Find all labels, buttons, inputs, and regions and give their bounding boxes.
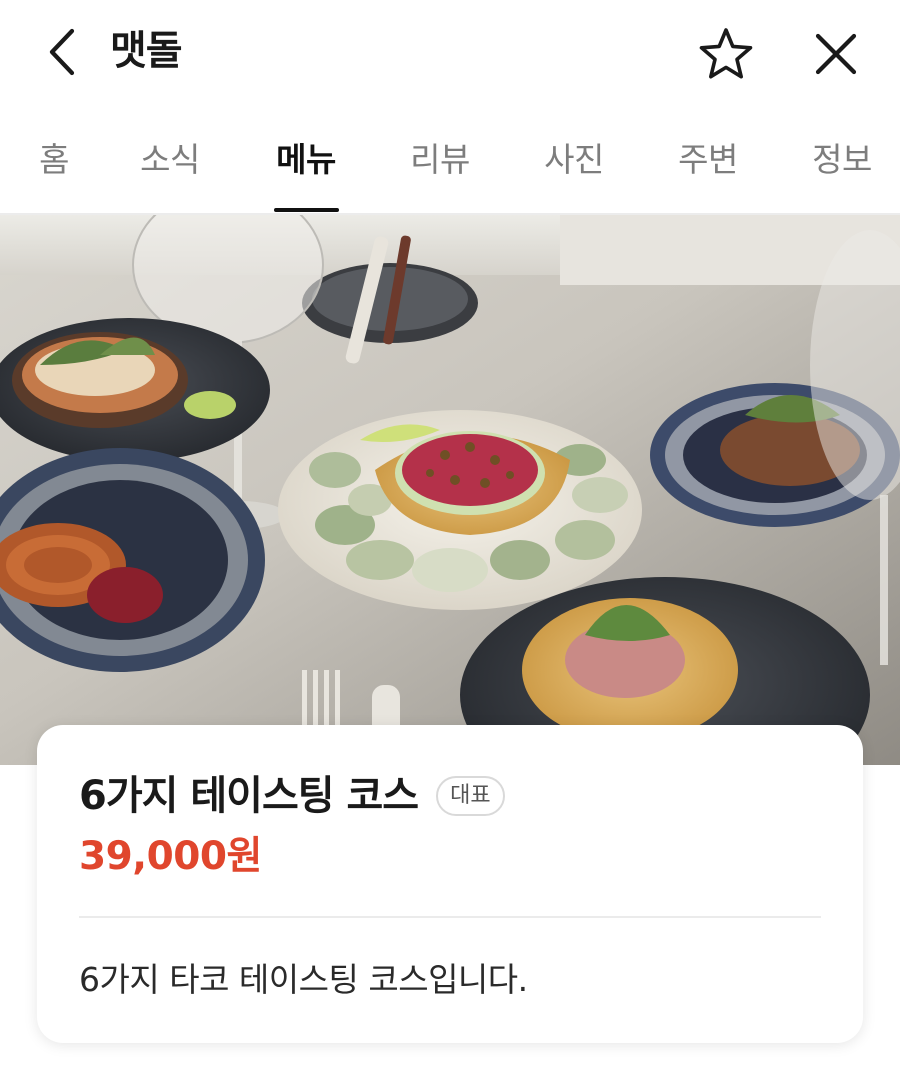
menu-item-price: 39,000원 (79, 834, 262, 879)
close-button[interactable] (804, 22, 868, 86)
tab-photos[interactable]: 사진 (524, 118, 624, 214)
chevron-left-icon (49, 28, 75, 76)
active-tab-indicator (274, 208, 339, 212)
menu-item-name: 6가지 테이스팅 코스 (79, 773, 419, 819)
tab-home[interactable]: 홈 (14, 118, 94, 214)
favorite-button[interactable] (694, 22, 758, 86)
tab-menu[interactable]: 메뉴 (256, 118, 356, 214)
menu-title-row: 6가지 테이스팅 코스 대표 (79, 769, 505, 823)
tab-info[interactable]: 정보 (792, 118, 892, 214)
tab-reviews[interactable]: 리뷰 (390, 118, 490, 214)
star-outline-icon (699, 28, 753, 79)
page-title: 맷돌 (110, 28, 183, 74)
menu-item-description: 6가지 타코 테이스팅 코스입니다. (79, 960, 528, 999)
app-screen: 맷돌 홈 소식 메뉴 리뷰 사진 주변 정보 6가지 테이스팅 코스 대표 39… (0, 0, 900, 1075)
close-icon (815, 33, 857, 75)
top-bar: 맷돌 (0, 0, 900, 104)
tab-news[interactable]: 소식 (120, 118, 220, 214)
tab-bar: 홈 소식 메뉴 리뷰 사진 주변 정보 (0, 118, 900, 214)
tab-nearby[interactable]: 주변 (658, 118, 758, 214)
signature-badge: 대표 (436, 776, 505, 816)
menu-item-card[interactable]: 6가지 테이스팅 코스 대표 39,000원 6가지 타코 테이스팅 코스입니다… (37, 725, 863, 1043)
back-button[interactable] (34, 20, 90, 84)
menu-photo[interactable] (0, 215, 900, 765)
card-divider (79, 916, 821, 918)
